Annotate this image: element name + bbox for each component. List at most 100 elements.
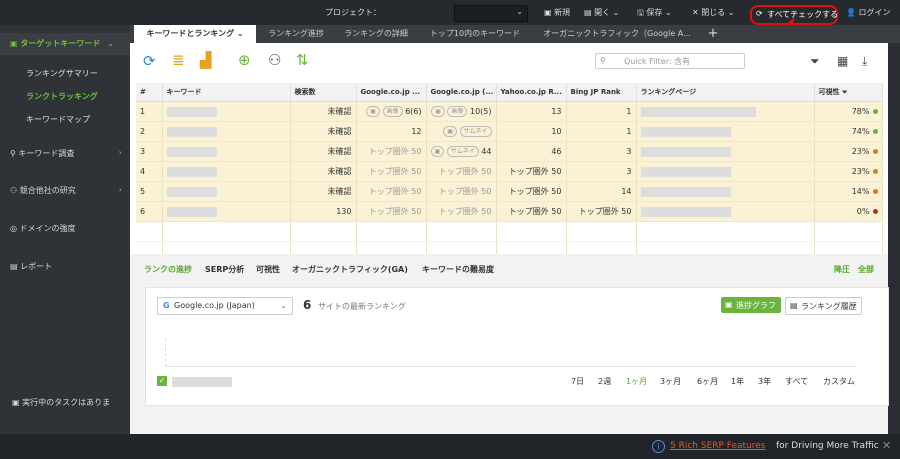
period-option[interactable]: 3年 [758, 376, 771, 387]
keyword-cell [162, 201, 291, 222]
visibility-cell: 74% [814, 121, 883, 142]
tab-keywords-rankings[interactable]: キーワードとランキング ⌄ [134, 25, 256, 43]
table-icon: ▤ [790, 301, 798, 310]
table-row[interactable]: 1 未確認 ▣ 画像 6(6) ▣ 画像 10(5) 13 1 78% [136, 101, 883, 122]
save-button[interactable]: 🖫 保存 ⌄ [637, 7, 672, 21]
col-keyword[interactable]: キーワード [162, 83, 291, 102]
ranking-page-cell [636, 141, 815, 162]
period-option[interactable]: 6ヶ月 [697, 376, 718, 387]
yahoo-rank-cell: トップ圏外 50 [496, 201, 567, 222]
open-button[interactable]: ▤ 開く ⌄ [584, 7, 619, 18]
running-tasks[interactable]: ▣ 実行中のタスクはありま [0, 397, 120, 408]
table-row[interactable]: 4 未確認 トップ圏外 50 トップ圏外 50 トップ圏外 50 3 23% [136, 161, 883, 182]
project-select[interactable]: ⌄ [454, 5, 528, 22]
yahoo-rank-cell: 10 [496, 121, 567, 142]
search-engine-select[interactable]: G Google.co.jp (Japan) ⌄ [157, 297, 293, 315]
site-count-label: サイトの最新ランキング [318, 302, 406, 311]
refresh-icon[interactable]: ⟳ [143, 52, 156, 70]
period-option[interactable]: 3ヶ月 [660, 376, 681, 387]
table-row[interactable]: 6 130 トップ圏外 50 トップ圏外 50 トップ圏外 50 トップ圏外 50 0% [136, 201, 883, 222]
report-icon: ▤ [10, 262, 18, 271]
sidebar-item-competitor-research[interactable]: ⚇ 競合他社の研究 › [0, 185, 130, 196]
bing-rank-cell: 14 [566, 181, 637, 202]
tab-top10-keywords[interactable]: トップ10内のキーワード [420, 25, 530, 43]
yahoo-rank-cell: 13 [496, 101, 567, 122]
volume-cell: 未確認 [290, 141, 357, 162]
search-icon: ⚲ [10, 149, 16, 158]
tab-rank-progress[interactable]: ランクの進捗 [144, 264, 192, 275]
col-google-2[interactable]: Google.co.jp (... [426, 83, 497, 102]
table-row[interactable]: 3 未確認 トップ圏外 50 ▣ サムネイ 44 46 3 23% [136, 141, 883, 162]
users-icon[interactable]: ⚇ [268, 51, 281, 69]
sidebar-subitem-ranking-summary[interactable]: ランキングサマリー [26, 68, 126, 79]
bing-rank-cell: 3 [566, 141, 637, 162]
filter-icon[interactable]: ⏷ [810, 54, 820, 69]
all-link[interactable]: 全部 [858, 264, 874, 275]
table-row[interactable]: 2 未確認 12 ▣ サムネイ 10 1 74% [136, 121, 883, 142]
series-label-blurred [172, 377, 232, 387]
period-option[interactable]: 2週 [598, 376, 611, 387]
progress-graph-button[interactable]: ▣ 進捗グラフ [721, 297, 781, 313]
table-row[interactable]: 5 未確認 トップ圏外 50 トップ圏外 50 トップ圏外 50 14 14% [136, 181, 883, 202]
list-icon[interactable]: ≣ [172, 51, 185, 69]
col-visibility[interactable]: 可視性 ⏷ [814, 83, 883, 102]
new-button[interactable]: ▣ 新規 [544, 7, 570, 18]
col-volume[interactable]: 検索数 [290, 83, 357, 102]
col-yahoo[interactable]: Yahoo.co.jp R... [496, 83, 567, 102]
task-icon: ▣ [12, 398, 20, 407]
tab-serp-analysis[interactable]: SERP分析 [205, 264, 244, 275]
period-option[interactable]: 7日 [571, 376, 584, 387]
sort-icon[interactable]: ⇅ [296, 51, 309, 69]
sidebar-item-domain-strength[interactable]: ◎ ドメインの強度 [0, 223, 130, 234]
keywords-table: # キーワード 検索数 Google.co.jp ... Google.co.j… [136, 83, 883, 262]
row-num: 3 [136, 141, 163, 162]
col-bing[interactable]: Bing JP Rank [566, 83, 637, 102]
tab-organic-ga[interactable]: オーガニックトラフィック(GA) [292, 264, 408, 275]
period-option[interactable]: すべて [785, 376, 808, 387]
chevron-down-icon: ⌄ [280, 301, 287, 310]
quick-filter-input[interactable]: ⚲ Quick Filter: 含有 [595, 53, 745, 69]
period-option[interactable]: 1ヶ月 [626, 376, 647, 387]
col-ranking-page[interactable]: ランキングページ [636, 83, 815, 102]
sidebar-item-reports[interactable]: ▤ レポート [0, 261, 130, 272]
tab-visibility[interactable]: 可視性 [256, 264, 280, 275]
tab-keyword-difficulty[interactable]: キーワードの難易度 [422, 264, 494, 275]
bar-chart-icon[interactable]: ▟ [200, 51, 212, 69]
google-rank-cell: ▣ 画像 6(6) [356, 101, 427, 122]
google-rank-cell: トップ圏外 50 [356, 161, 427, 182]
row-num: 5 [136, 181, 163, 202]
volume-cell: 未確認 [290, 161, 357, 182]
tab-ranking-progress[interactable]: ランキング進捗 [260, 25, 332, 43]
visibility-dot [872, 209, 878, 214]
col-google-1[interactable]: Google.co.jp ... [356, 83, 427, 102]
google-rank-cell-2: トップ圏外 50 [426, 161, 497, 182]
series-checkbox[interactable]: ✓ [157, 376, 167, 386]
google-rank-cell-2: トップ圏外 50 [426, 181, 497, 202]
bing-rank-cell: 1 [566, 101, 637, 122]
close-icon[interactable]: ✕ [882, 439, 891, 452]
col-num[interactable]: # [136, 83, 163, 102]
collapse-link[interactable]: 降圧 [834, 264, 850, 275]
serp-tag: 画像 [447, 106, 468, 117]
tab-organic-traffic[interactable]: オーガニックトラフィック（Google A... [534, 25, 700, 43]
add-icon[interactable]: ⊕ [238, 51, 251, 69]
yahoo-rank-cell: 46 [496, 141, 567, 162]
rich-serp-link[interactable]: 5 Rich SERP Features [670, 441, 766, 451]
login-button[interactable]: 👤 ログイン [846, 7, 891, 18]
columns-icon[interactable]: ▦ [837, 54, 848, 68]
bing-rank-cell: 1 [566, 121, 637, 142]
users-icon: ⚇ [10, 186, 18, 195]
download-icon[interactable]: ⤓ [862, 54, 867, 69]
sidebar-subitem-rank-tracking[interactable]: ランクトラッキング [26, 91, 126, 102]
close-button[interactable]: ✕ 閉じる ⌄ [692, 7, 735, 18]
period-option[interactable]: カスタム [823, 376, 855, 387]
keyword-cell [162, 121, 291, 142]
sidebar-subitem-keyword-map[interactable]: キーワードマップ [26, 114, 126, 125]
sidebar-item-target-keywords[interactable]: ▣ ターゲットキーワード ⌄ [0, 33, 130, 55]
period-option[interactable]: 1年 [731, 376, 744, 387]
add-tab-button[interactable]: + [704, 25, 722, 43]
tab-ranking-details[interactable]: ランキングの詳細 [336, 25, 416, 43]
sidebar-item-keyword-research[interactable]: ⚲ キーワード調査 › [0, 148, 130, 159]
visibility-dot [872, 109, 878, 114]
ranking-history-button[interactable]: ▤ ランキング履歴 [785, 297, 862, 315]
